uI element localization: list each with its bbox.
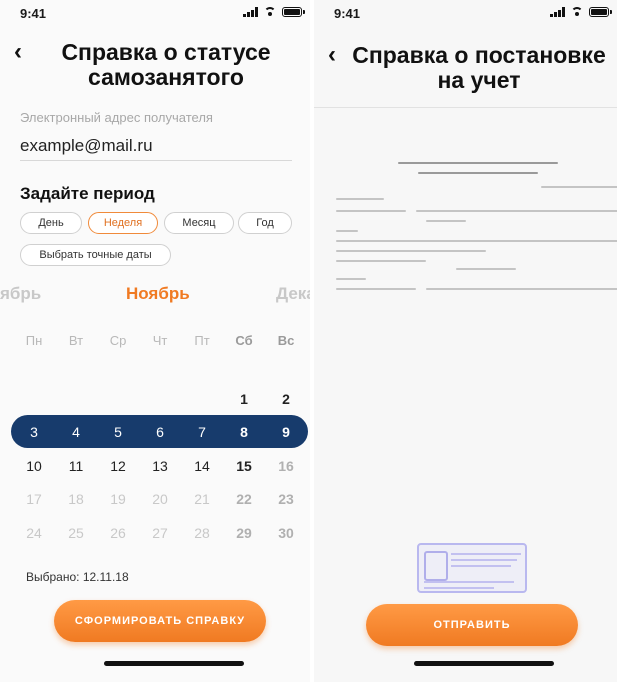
calendar-day[interactable]: 19 bbox=[103, 491, 133, 507]
selected-date-text: Выбрано: 12.11.18 bbox=[26, 570, 129, 584]
calendar-day[interactable]: 24 bbox=[19, 525, 49, 541]
calendar-day[interactable]: 2 bbox=[271, 391, 301, 407]
calendar-day[interactable]: 20 bbox=[145, 491, 175, 507]
weekday-label: Пт bbox=[194, 333, 210, 348]
calendar-day[interactable]: 9 bbox=[271, 424, 301, 440]
home-indicator bbox=[414, 661, 554, 666]
period-chip[interactable]: Неделя bbox=[88, 212, 158, 234]
calendar-day[interactable]: 26 bbox=[103, 525, 133, 541]
page-title-line1: Справка о статусе bbox=[61, 39, 271, 65]
calendar-day[interactable]: 16 bbox=[271, 458, 301, 474]
calendar-day[interactable]: 22 bbox=[229, 491, 259, 507]
weekday-label: Вт bbox=[68, 333, 84, 348]
exact-dates-chip[interactable]: Выбрать точные даты bbox=[20, 244, 171, 266]
home-indicator bbox=[104, 661, 244, 666]
cellular-signal-icon bbox=[243, 7, 258, 17]
page-title-line1: Справка о постановке bbox=[352, 42, 606, 68]
status-time: 9:41 bbox=[20, 6, 47, 21]
calendar-day[interactable]: 21 bbox=[187, 491, 217, 507]
generate-certificate-button[interactable]: СФОРМИРОВАТЬ СПРАВКУ bbox=[54, 600, 266, 642]
weekday-label: Сб bbox=[235, 333, 253, 348]
header-separator bbox=[314, 107, 617, 108]
calendar-day[interactable]: 4 bbox=[61, 424, 91, 440]
calendar-day[interactable]: 27 bbox=[145, 525, 175, 541]
weekday-label: Вс bbox=[277, 333, 295, 348]
calendar-day[interactable]: 25 bbox=[61, 525, 91, 541]
wifi-icon bbox=[263, 7, 277, 17]
weekday-label: Чт bbox=[152, 333, 168, 348]
weekday-label: Пн bbox=[25, 333, 43, 348]
calendar-day[interactable]: 30 bbox=[271, 525, 301, 541]
document-preview bbox=[336, 150, 617, 300]
page-title: Справка о постановке на учет bbox=[348, 43, 610, 93]
page-title-line2: на учет bbox=[437, 67, 521, 93]
email-label: Электронный адрес получателя bbox=[20, 110, 213, 125]
cellular-signal-icon bbox=[550, 7, 565, 17]
calendar-day[interactable]: 12 bbox=[103, 458, 133, 474]
status-bar: 9:41 bbox=[0, 4, 310, 22]
email-input[interactable] bbox=[20, 132, 292, 161]
registration-certificate-screen: 9:41 ‹ Справка о постановке на учет ОТПР… bbox=[314, 0, 617, 682]
calendar-day[interactable]: 23 bbox=[271, 491, 301, 507]
calendar-day[interactable]: 7 bbox=[187, 424, 217, 440]
period-chip[interactable]: Год bbox=[238, 212, 292, 234]
status-time: 9:41 bbox=[334, 6, 361, 21]
period-title: Задайте период bbox=[20, 184, 155, 203]
send-button[interactable]: ОТПРАВИТЬ bbox=[366, 604, 578, 646]
calendar-day[interactable]: 11 bbox=[61, 458, 91, 474]
calendar-day[interactable]: 8 bbox=[229, 424, 259, 440]
calendar-day[interactable]: 29 bbox=[229, 525, 259, 541]
battery-icon bbox=[282, 7, 305, 17]
calendar-day[interactable]: 1 bbox=[229, 391, 259, 407]
back-button[interactable]: ‹ bbox=[328, 41, 336, 69]
page-title: Справка о статусе самозанятого bbox=[40, 40, 292, 90]
wifi-icon bbox=[570, 7, 584, 17]
calendar-day[interactable]: 13 bbox=[145, 458, 175, 474]
page-title-line2: самозанятого bbox=[88, 64, 244, 90]
stamp-image bbox=[417, 543, 527, 593]
calendar-day[interactable]: 6 bbox=[145, 424, 175, 440]
period-chip[interactable]: День bbox=[20, 212, 82, 234]
calendar-day[interactable]: 18 bbox=[61, 491, 91, 507]
calendar-day[interactable]: 10 bbox=[19, 458, 49, 474]
month-next[interactable]: Дека bbox=[276, 284, 310, 304]
period-chip[interactable]: Месяц bbox=[164, 212, 234, 234]
calendar-day[interactable]: 28 bbox=[187, 525, 217, 541]
month-prev[interactable]: ябрь bbox=[0, 284, 41, 304]
battery-icon bbox=[589, 7, 612, 17]
weekday-label: Ср bbox=[109, 333, 127, 348]
calendar-day[interactable]: 5 bbox=[103, 424, 133, 440]
calendar-day[interactable]: 14 bbox=[187, 458, 217, 474]
calendar-day[interactable]: 17 bbox=[19, 491, 49, 507]
calendar-day[interactable]: 3 bbox=[19, 424, 49, 440]
month-current: Ноябрь bbox=[126, 284, 190, 303]
back-button[interactable]: ‹ bbox=[14, 38, 22, 66]
calendar-day[interactable]: 15 bbox=[229, 458, 259, 474]
certificate-status-screen: 9:41 ‹ Справка о статусе самозанятого Эл… bbox=[0, 0, 310, 682]
status-bar: 9:41 bbox=[314, 4, 617, 22]
